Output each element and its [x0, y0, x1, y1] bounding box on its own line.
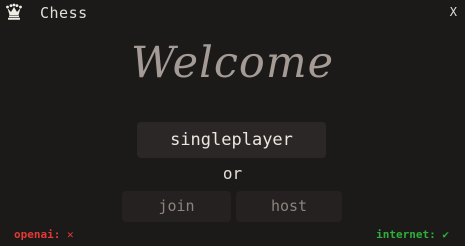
singleplayer-button[interactable]: singleplayer	[137, 122, 326, 158]
close-button[interactable]: X	[450, 5, 457, 19]
internet-status-check-icon: ✔	[442, 228, 449, 241]
openai-status-label: openai:	[14, 228, 61, 241]
openai-status-x-icon: ✕	[66, 228, 74, 241]
window-title: Chess	[40, 4, 88, 22]
title-bar: Chess X	[0, 0, 465, 26]
app-window: Chess X Welcome singleplayer or join hos…	[0, 0, 465, 246]
join-button[interactable]: join	[122, 191, 231, 222]
openai-status: openai: ✕	[14, 228, 74, 241]
or-separator: or	[222, 164, 243, 183]
welcome-heading: Welcome	[130, 38, 335, 88]
internet-status: internet: ✔	[376, 228, 449, 241]
internet-status-label: internet:	[376, 228, 436, 241]
host-button[interactable]: host	[236, 191, 342, 222]
chess-queen-icon	[6, 3, 22, 20]
